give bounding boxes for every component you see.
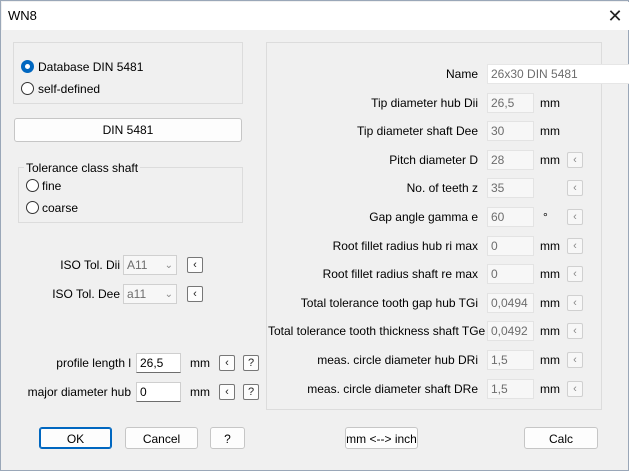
close-icon[interactable]: ✕ — [602, 4, 628, 28]
param-unit: mm — [540, 267, 560, 281]
iso-dee-select[interactable]: a11 ⌄ — [123, 284, 177, 304]
radio-self-defined[interactable] — [21, 82, 34, 95]
param-field[interactable]: 30 — [487, 121, 534, 141]
param-transfer-button[interactable]: ‹ — [567, 352, 583, 368]
profile-length-input[interactable]: 26,5 — [136, 353, 181, 373]
param-field[interactable]: 1,5 — [487, 379, 534, 399]
chevron-down-icon: ⌄ — [164, 260, 173, 271]
help-button[interactable]: ? — [210, 427, 245, 449]
param-label: No. of teeth z — [406, 181, 478, 195]
param-transfer-button[interactable]: ‹ — [567, 180, 583, 196]
profile-length-help-button[interactable]: ? — [243, 355, 259, 371]
param-field[interactable]: 60 — [487, 207, 534, 227]
param-label: meas. circle diameter hub DRi — [317, 353, 478, 367]
param-field[interactable]: 0 — [487, 264, 534, 284]
param-transfer-button[interactable]: ‹ — [567, 152, 583, 168]
major-diameter-help-button[interactable]: ? — [243, 384, 259, 400]
param-label: Tip diameter hub Dii — [371, 96, 478, 110]
radio-coarse[interactable] — [26, 201, 39, 214]
param-unit: mm — [540, 239, 560, 253]
param-unit: mm — [540, 153, 560, 167]
radio-fine[interactable] — [26, 179, 39, 192]
param-field[interactable]: 35 — [487, 178, 534, 198]
radio-database-label: Database DIN 5481 — [38, 60, 144, 74]
param-unit: mm — [540, 124, 560, 138]
major-diameter-unit: mm — [190, 385, 210, 399]
calc-button[interactable]: Calc — [524, 427, 598, 449]
title-bar: WN8 ✕ — [2, 2, 629, 30]
cancel-button[interactable]: Cancel — [125, 427, 198, 449]
param-field[interactable]: 0 — [487, 236, 534, 256]
param-unit: mm — [540, 382, 560, 396]
tolerance-class-title: Tolerance class shaft — [24, 161, 141, 175]
param-transfer-button[interactable]: ‹ — [567, 238, 583, 254]
param-label: Root fillet radius hub ri max — [332, 239, 478, 253]
iso-dee-value: a11 — [127, 287, 147, 301]
major-diameter-input[interactable]: 0 — [136, 382, 181, 402]
radio-self-defined-label: self-defined — [38, 82, 101, 96]
param-transfer-button[interactable]: ‹ — [567, 381, 583, 397]
param-unit: mm — [540, 324, 560, 338]
profile-length-unit: mm — [190, 356, 210, 370]
iso-dii-label: ISO Tol. Dii — [60, 258, 120, 272]
radio-coarse-label: coarse — [42, 201, 79, 215]
chevron-down-icon: ⌄ — [164, 289, 173, 300]
param-field[interactable]: 1,5 — [487, 350, 534, 370]
param-field[interactable]: 0,0492 — [487, 321, 534, 341]
param-transfer-button[interactable]: ‹ — [567, 323, 583, 339]
param-transfer-button[interactable]: ‹ — [567, 295, 583, 311]
iso-dii-transfer-button[interactable]: ‹ — [187, 257, 203, 273]
param-field[interactable]: 26,5 — [487, 93, 534, 113]
param-unit: ° — [543, 210, 548, 224]
major-diameter-transfer-button[interactable]: ‹ — [219, 384, 235, 400]
standard-button[interactable]: DIN 5481 — [14, 118, 242, 142]
unit-toggle-button[interactable]: mm <--> inch — [345, 427, 418, 449]
profile-length-label: profile length l — [56, 356, 131, 370]
param-label: meas. circle diameter shaft DRe — [307, 382, 478, 396]
iso-dii-select[interactable]: A11 ⌄ — [123, 255, 177, 275]
param-label: Tip diameter shaft Dee — [357, 124, 478, 138]
iso-dee-transfer-button[interactable]: ‹ — [187, 286, 203, 302]
iso-dii-value: A11 — [127, 258, 148, 272]
major-diameter-label: major diameter hub — [27, 385, 131, 399]
param-field[interactable]: 0,0494 — [487, 293, 534, 313]
param-label: Root fillet radius shaft re max — [322, 267, 478, 281]
ok-button[interactable]: OK — [39, 427, 112, 449]
param-field[interactable]: 28 — [487, 150, 534, 170]
param-label: Name — [445, 67, 478, 81]
window-title: WN8 — [8, 8, 37, 23]
param-transfer-button[interactable]: ‹ — [567, 266, 583, 282]
param-label: Gap angle gamma e — [369, 210, 478, 224]
param-unit: mm — [540, 296, 560, 310]
param-transfer-button[interactable]: ‹ — [567, 209, 583, 225]
name-field[interactable]: 26x30 DIN 5481 — [487, 64, 629, 84]
param-unit: mm — [540, 96, 560, 110]
param-unit: mm — [540, 353, 560, 367]
param-label: Total tolerance tooth gap hub TGi — [300, 296, 478, 310]
iso-dee-label: ISO Tol. Dee — [52, 287, 120, 301]
radio-fine-label: fine — [42, 179, 62, 193]
profile-length-transfer-button[interactable]: ‹ — [219, 355, 235, 371]
param-label: Total tolerance tooth thickness shaft TG… — [268, 324, 486, 338]
radio-database[interactable] — [21, 60, 34, 73]
param-label: Pitch diameter D — [389, 153, 478, 167]
